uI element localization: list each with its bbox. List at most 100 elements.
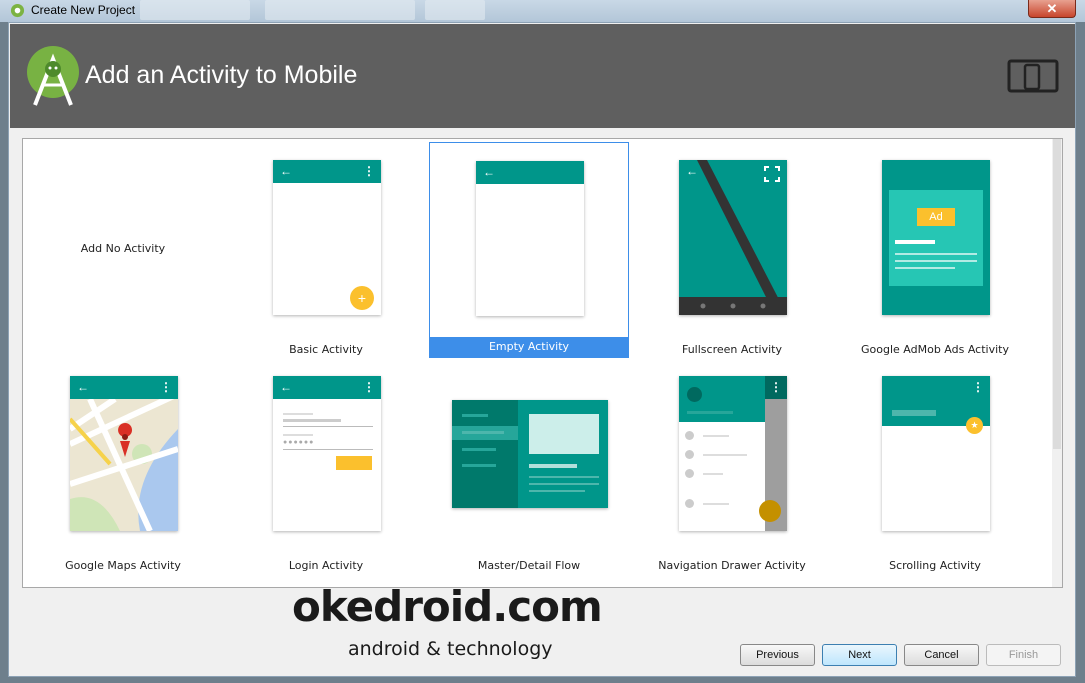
back-arrow-icon: ← [280, 164, 292, 178]
dialog-window: Add an Activity to Mobile Add No Activit… [8, 22, 1076, 677]
fullscreen-diagonal [679, 160, 787, 315]
app-bar-behind: ⋮ [765, 376, 787, 399]
overflow-menu-icon: ⋮ [770, 380, 782, 394]
detail-line [529, 490, 585, 492]
template-login-activity[interactable]: ← ⋮ ●●●●●● Login Activity [226, 358, 426, 574]
watermark-tagline: android & technology [348, 638, 553, 660]
android-studio-logo [27, 46, 79, 106]
back-arrow-icon: ← [483, 165, 495, 179]
overflow-menu-icon: ⋮ [160, 380, 172, 394]
detail-image [529, 414, 599, 454]
back-arrow-icon: ← [77, 380, 89, 394]
drawer-header [679, 376, 765, 422]
dialog-header: Add an Activity to Mobile [10, 24, 1075, 128]
overflow-menu-icon: ⋮ [972, 380, 984, 394]
watermark-brand: okedroid.com [292, 582, 603, 631]
drawer-item-icon [685, 469, 694, 478]
login-field-underline [283, 449, 373, 450]
overflow-menu-icon: ⋮ [363, 164, 375, 178]
detail-line [529, 476, 599, 478]
app-bar: ← ⋮ [273, 160, 381, 183]
template-add-no-activity[interactable]: Add No Activity [23, 142, 223, 358]
overflow-menu-icon: ⋮ [363, 380, 375, 394]
navigation-drawer [679, 376, 765, 531]
avatar [687, 387, 702, 402]
android-studio-icon [10, 3, 25, 18]
detail-line [529, 483, 599, 485]
drawer-item-line [703, 473, 723, 475]
app-bar: ← ⋮ [273, 376, 381, 399]
phone-tablet-icon [1007, 59, 1059, 93]
activity-template-gallery: Add No Activity ← ⋮ + Basic Activity ← E… [22, 138, 1063, 588]
background-tab [140, 0, 250, 20]
detail-line [529, 464, 577, 468]
background-tab [265, 0, 415, 20]
background-tab [425, 0, 485, 20]
template-preview: ⋮ [679, 376, 787, 531]
finish-button[interactable]: Finish [986, 644, 1061, 666]
template-label: Scrolling Activity [889, 559, 981, 572]
template-label: Google Maps Activity [65, 559, 181, 572]
ad-text-line [895, 253, 977, 255]
drawer-header-line [687, 411, 733, 414]
template-navigation-drawer-activity[interactable]: ⋮ Navigation Drawer Activity [632, 358, 832, 574]
template-label: Login Activity [288, 559, 364, 572]
next-button[interactable]: Next [822, 644, 897, 666]
ad-text-line [895, 260, 977, 262]
template-preview: ← ⋮ [70, 376, 178, 531]
list-line [462, 414, 488, 417]
template-label: Master/Detail Flow [477, 559, 581, 572]
template-admob-ads-activity[interactable]: Ad Google AdMob Ads Activity [835, 142, 1035, 358]
template-google-maps-activity[interactable]: ← ⋮ Google Maps Activity [23, 358, 223, 574]
app-bar-title-line [892, 410, 936, 416]
template-scrolling-activity[interactable]: ⋮ ★ Scrolling Activity [835, 358, 1035, 574]
fab-icon [759, 500, 781, 522]
fullscreen-icon [764, 166, 780, 182]
header-title: Add an Activity to Mobile [85, 61, 358, 89]
list-line [462, 448, 496, 451]
template-preview: Ad [882, 160, 990, 315]
login-field-value [283, 419, 341, 422]
template-preview: ← [679, 160, 787, 315]
drawer-item-icon [685, 431, 694, 440]
template-basic-activity[interactable]: ← ⋮ + Basic Activity [226, 142, 426, 358]
drawer-item-icon [685, 450, 694, 459]
close-window-button[interactable]: ✕ [1028, 0, 1076, 18]
template-label: Navigation Drawer Activity [658, 559, 806, 572]
template-preview: ⋮ ★ [882, 376, 990, 531]
template-label: Add No Activity [80, 242, 166, 255]
drawer-item-line [703, 503, 729, 505]
template-label: Fullscreen Activity [681, 343, 782, 356]
login-field-hint [283, 434, 313, 436]
drawer-item-icon [685, 499, 694, 508]
list-line [462, 464, 496, 467]
window-titlebar: Create New Project ✕ [0, 0, 1085, 22]
template-preview: ← [476, 161, 584, 316]
ad-badge: Ad [917, 208, 955, 226]
template-label: Empty Activity [430, 337, 628, 357]
list-line [462, 431, 504, 434]
back-arrow-icon: ← [686, 164, 698, 178]
template-empty-activity[interactable]: ← Empty Activity [429, 142, 629, 358]
template-fullscreen-activity[interactable]: ← Fullscreen Activity [632, 142, 832, 358]
window-title: Create New Project [31, 3, 136, 17]
template-label: Basic Activity [289, 343, 363, 356]
password-dots: ●●●●●● [283, 439, 315, 446]
cancel-button[interactable]: Cancel [904, 644, 979, 666]
template-preview: ← ⋮ ●●●●●● [273, 376, 381, 531]
scrollbar-thumb[interactable] [1053, 139, 1061, 449]
ad-card: Ad [889, 190, 983, 286]
sign-in-button-preview [336, 456, 372, 470]
star-fab-icon: ★ [966, 417, 983, 434]
map-illustration [70, 399, 178, 531]
template-preview [452, 400, 608, 508]
template-preview: ← ⋮ + [273, 160, 381, 315]
gallery-scrollbar[interactable] [1052, 139, 1062, 587]
previous-button[interactable]: Previous [740, 644, 815, 666]
back-arrow-icon: ← [280, 380, 292, 394]
login-field-underline [283, 426, 373, 427]
app-bar: ← ⋮ [70, 376, 178, 399]
template-master-detail-flow[interactable]: Master/Detail Flow [429, 358, 629, 574]
ad-text-line [895, 240, 935, 244]
drawer-item-line [703, 435, 729, 437]
